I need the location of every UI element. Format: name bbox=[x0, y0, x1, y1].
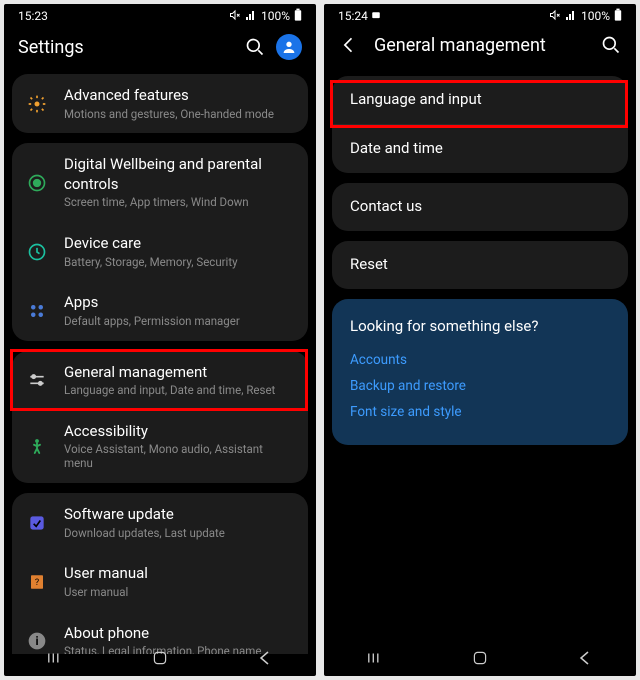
item-user-manual[interactable]: ? User manual User manual bbox=[12, 552, 308, 611]
status-time: 15:24 bbox=[338, 9, 381, 23]
search-icon[interactable] bbox=[244, 36, 266, 58]
mute-icon bbox=[549, 9, 561, 24]
devicecare-icon bbox=[26, 241, 48, 263]
phone-general-management: 15:24 100% General management bbox=[324, 4, 636, 676]
item-date-time[interactable]: Date and time bbox=[332, 125, 628, 173]
svg-text:?: ? bbox=[35, 578, 39, 588]
nav-recents[interactable] bbox=[346, 651, 406, 665]
item-title: Device care bbox=[64, 234, 294, 254]
item-sub: Battery, Storage, Memory, Security bbox=[64, 256, 294, 270]
item-sub: Default apps, Permission manager bbox=[64, 315, 294, 329]
battery-text: 100% bbox=[581, 9, 610, 23]
settings-list: Advanced features Motions and gestures, … bbox=[4, 74, 316, 654]
item-accessibility[interactable]: Accessibility Voice Assistant, Mono audi… bbox=[12, 410, 308, 483]
item-title: General management bbox=[64, 363, 294, 383]
battery-text: 100% bbox=[261, 9, 290, 23]
nav-home[interactable] bbox=[450, 650, 510, 666]
item-title: About phone bbox=[64, 624, 294, 644]
page-title: Settings bbox=[18, 37, 244, 58]
item-software-update[interactable]: Software update Download updates, Last u… bbox=[12, 493, 308, 552]
looking-for-else: Looking for something else? Accounts Bac… bbox=[332, 299, 628, 445]
item-title: User manual bbox=[64, 564, 294, 584]
wellbeing-icon bbox=[26, 172, 48, 194]
item-digital-wellbeing[interactable]: Digital Wellbeing and parental controls … bbox=[12, 143, 308, 222]
battery-icon bbox=[614, 8, 622, 25]
link-font-size-style[interactable]: Font size and style bbox=[350, 399, 610, 425]
nav-back[interactable] bbox=[554, 650, 614, 666]
page-title: General management bbox=[374, 35, 600, 56]
item-device-care[interactable]: Device care Battery, Storage, Memory, Se… bbox=[12, 222, 308, 281]
item-apps[interactable]: Apps Default apps, Permission manager bbox=[12, 281, 308, 340]
item-advanced-features[interactable]: Advanced features Motions and gestures, … bbox=[12, 74, 308, 133]
item-sub: Voice Assistant, Mono audio, Assistant m… bbox=[64, 443, 294, 471]
signal-icon bbox=[565, 9, 577, 24]
navbar bbox=[4, 643, 316, 673]
search-icon[interactable] bbox=[600, 34, 622, 56]
back-icon[interactable] bbox=[338, 34, 360, 56]
item-title: Reset bbox=[350, 255, 388, 275]
status-right: 100% bbox=[229, 8, 302, 25]
account-avatar[interactable] bbox=[276, 34, 302, 60]
header: Settings bbox=[4, 26, 316, 74]
item-title: Accessibility bbox=[64, 422, 294, 442]
gm-list: Language and input Date and time Contact… bbox=[324, 70, 636, 650]
item-title: Digital Wellbeing and parental controls bbox=[64, 155, 294, 194]
item-title: Apps bbox=[64, 293, 294, 313]
accessibility-icon bbox=[26, 436, 48, 458]
phone-settings: 15:23 100% Settings bbox=[4, 4, 316, 676]
link-accounts[interactable]: Accounts bbox=[350, 347, 610, 373]
update-icon bbox=[26, 512, 48, 534]
item-title: Software update bbox=[64, 505, 294, 525]
item-title: Language and input bbox=[350, 90, 482, 110]
status-bar: 15:24 100% bbox=[324, 4, 636, 26]
item-sub: Motions and gestures, One-handed mode bbox=[64, 108, 294, 122]
mute-icon bbox=[229, 9, 241, 24]
nav-back[interactable] bbox=[234, 650, 294, 666]
nav-home[interactable] bbox=[130, 650, 190, 666]
item-sub: Language and input, Date and time, Reset bbox=[64, 384, 294, 398]
navbar bbox=[324, 643, 636, 673]
apps-icon bbox=[26, 300, 48, 322]
signal-icon bbox=[245, 9, 257, 24]
settings-sliders-icon bbox=[26, 369, 48, 391]
status-right: 100% bbox=[549, 8, 622, 25]
item-reset[interactable]: Reset bbox=[332, 241, 628, 289]
battery-icon bbox=[294, 8, 302, 25]
item-contact-us[interactable]: Contact us bbox=[332, 183, 628, 231]
header: General management bbox=[324, 26, 636, 70]
manual-icon: ? bbox=[26, 571, 48, 593]
advanced-icon bbox=[26, 93, 48, 115]
item-title: Contact us bbox=[350, 197, 422, 217]
item-general-management[interactable]: General management Language and input, D… bbox=[12, 351, 308, 410]
item-sub: User manual bbox=[64, 586, 294, 600]
else-title: Looking for something else? bbox=[350, 317, 610, 335]
item-language-input[interactable]: Language and input bbox=[332, 76, 628, 124]
link-backup-restore[interactable]: Backup and restore bbox=[350, 373, 610, 399]
item-title: Date and time bbox=[350, 139, 443, 159]
item-sub: Screen time, App timers, Wind Down bbox=[64, 196, 294, 210]
item-sub: Download updates, Last update bbox=[64, 527, 294, 541]
status-bar: 15:23 100% bbox=[4, 4, 316, 26]
item-title: Advanced features bbox=[64, 86, 294, 106]
nav-recents[interactable] bbox=[26, 651, 86, 665]
status-time: 15:23 bbox=[18, 9, 48, 23]
